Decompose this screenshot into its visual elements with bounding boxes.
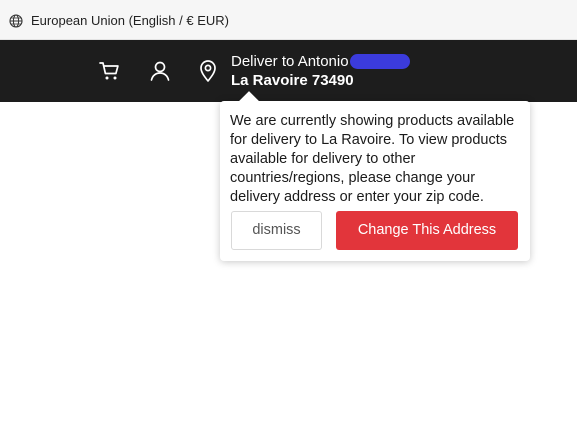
deliver-to-label: Deliver to Antonio (231, 53, 349, 70)
region-selector[interactable]: European Union (English / € EUR) (31, 13, 229, 28)
redacted-name (349, 53, 410, 69)
delivery-notice-message: We are currently showing products availa… (230, 113, 515, 205)
change-address-button[interactable]: Change This Address (336, 211, 518, 250)
delivery-address: La Ravoire 73490 (231, 72, 354, 89)
dismiss-button[interactable]: dismiss (231, 211, 322, 250)
deliver-to-selector[interactable]: Deliver to Antonio La Ravoire 73490 (231, 52, 410, 90)
location-pin-icon[interactable] (196, 59, 220, 83)
region-bar: European Union (English / € EUR) (0, 0, 577, 40)
delivery-notice-popover: We are currently showing products availa… (220, 91, 530, 261)
main-navbar: Deliver to Antonio La Ravoire 73490 (0, 40, 577, 102)
globe-icon (9, 14, 23, 28)
cart-icon[interactable] (98, 59, 122, 83)
account-icon[interactable] (148, 59, 172, 83)
